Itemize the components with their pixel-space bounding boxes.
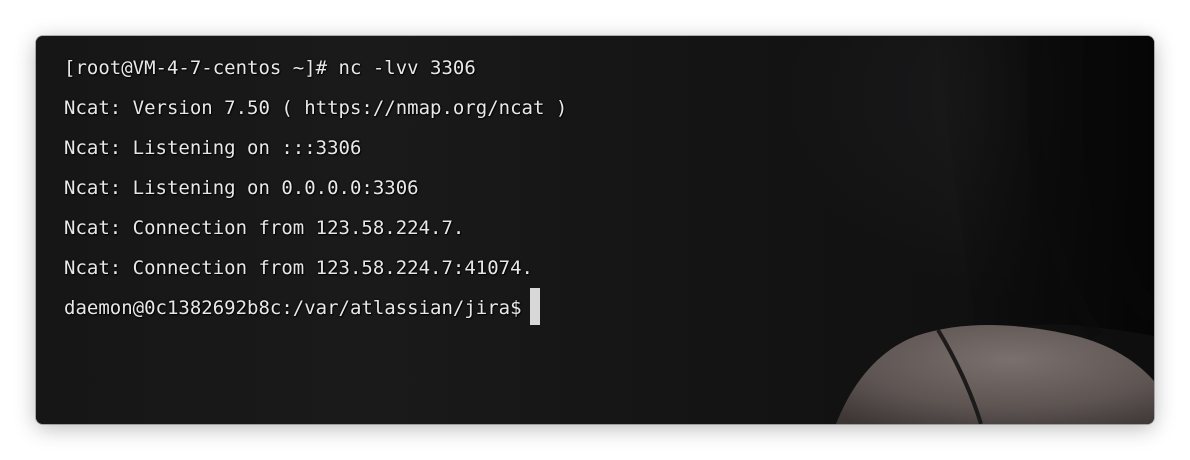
text-cursor[interactable] (529, 288, 540, 325)
terminal-line: Ncat: Listening on 0.0.0.0:3306 (64, 177, 419, 199)
terminal-window[interactable]: [root@VM-4-7-centos ~]# nc -lvv 3306 Nca… (36, 36, 1154, 424)
terminal-line: Ncat: Listening on :::3306 (64, 137, 362, 159)
terminal-line: Ncat: Version 7.50 ( https://nmap.org/nc… (64, 97, 568, 119)
terminal-output[interactable]: [root@VM-4-7-centos ~]# nc -lvv 3306 Nca… (64, 48, 1134, 414)
terminal-line: [root@VM-4-7-centos ~]# nc -lvv 3306 (64, 57, 476, 79)
terminal-prompt-line[interactable]: daemon@0c1382692b8c:/var/atlassian/jira$ (64, 288, 1134, 328)
shell-prompt: daemon@0c1382692b8c:/var/atlassian/jira$ (64, 297, 522, 319)
terminal-line: Ncat: Connection from 123.58.224.7:41074… (64, 257, 533, 279)
terminal-line: Ncat: Connection from 123.58.224.7. (64, 217, 465, 239)
